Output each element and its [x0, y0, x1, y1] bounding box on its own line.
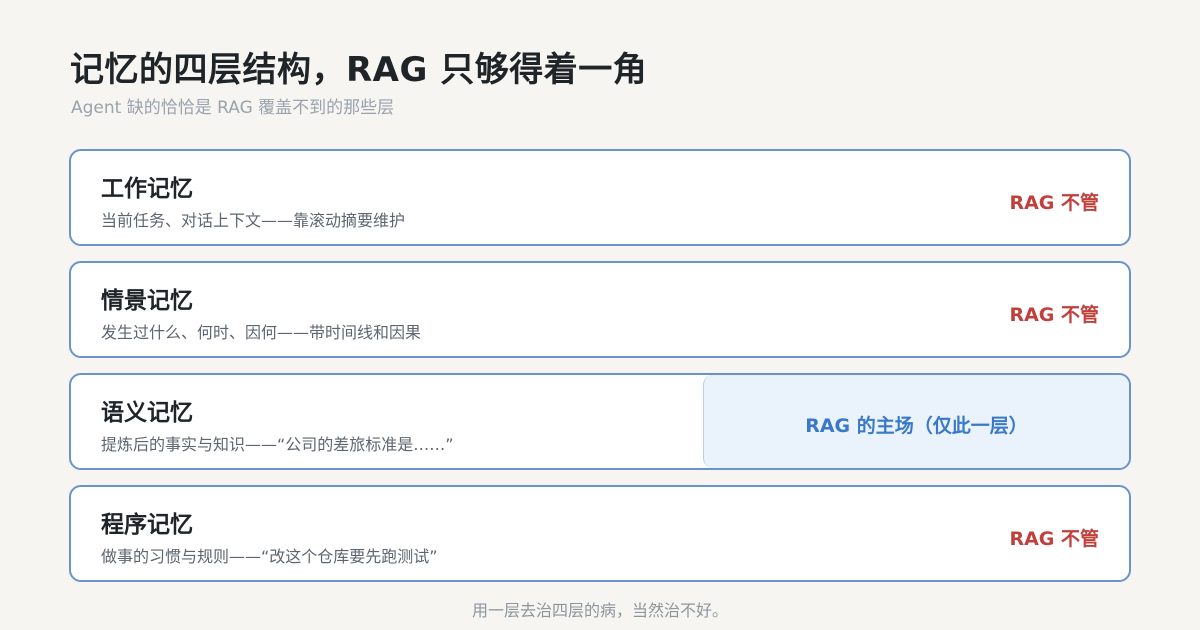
- layer-description: 做事的习惯与规则——“改这个仓库要先跑测试”: [101, 547, 438, 566]
- layer-name: 工作记忆: [101, 176, 193, 202]
- layer-episodic-memory: 情景记忆 发生过什么、何时、因何——带时间线和因果 RAG 不管: [69, 261, 1131, 358]
- rag-coverage-label: RAG 的主场（仅此一层）: [805, 415, 1028, 437]
- layer-description: 提炼后的事实与知识——“公司的差旅标准是……”: [101, 435, 454, 454]
- rag-status-label: RAG 不管: [1009, 304, 1099, 326]
- rag-coverage-zone: RAG 的主场（仅此一层）: [703, 375, 1129, 468]
- layer-semantic-memory: 语义记忆 提炼后的事实与知识——“公司的差旅标准是……” RAG 的主场（仅此一…: [69, 373, 1131, 470]
- layer-working-memory: 工作记忆 当前任务、对话上下文——靠滚动摘要维护 RAG 不管: [69, 149, 1131, 246]
- layer-name: 情景记忆: [101, 288, 193, 314]
- layer-description: 发生过什么、何时、因何——带时间线和因果: [101, 323, 422, 342]
- footer-caption: 用一层去治四层的病，当然治不好。: [471, 601, 728, 620]
- rag-status-label: RAG 不管: [1009, 192, 1099, 214]
- page-title: 记忆的四层结构，RAG 只够得着一角: [70, 50, 648, 90]
- memory-layers: 工作记忆 当前任务、对话上下文——靠滚动摘要维护 RAG 不管 情景记忆 发生过…: [69, 149, 1131, 597]
- page-subtitle: Agent 缺的恰恰是 RAG 覆盖不到的那些层: [71, 98, 395, 118]
- rag-status-label: RAG 不管: [1009, 528, 1099, 550]
- layer-description: 当前任务、对话上下文——靠滚动摘要维护: [101, 211, 406, 230]
- layer-name: 程序记忆: [101, 512, 193, 538]
- layer-procedural-memory: 程序记忆 做事的习惯与规则——“改这个仓库要先跑测试” RAG 不管: [69, 485, 1131, 582]
- layer-name: 语义记忆: [101, 400, 193, 426]
